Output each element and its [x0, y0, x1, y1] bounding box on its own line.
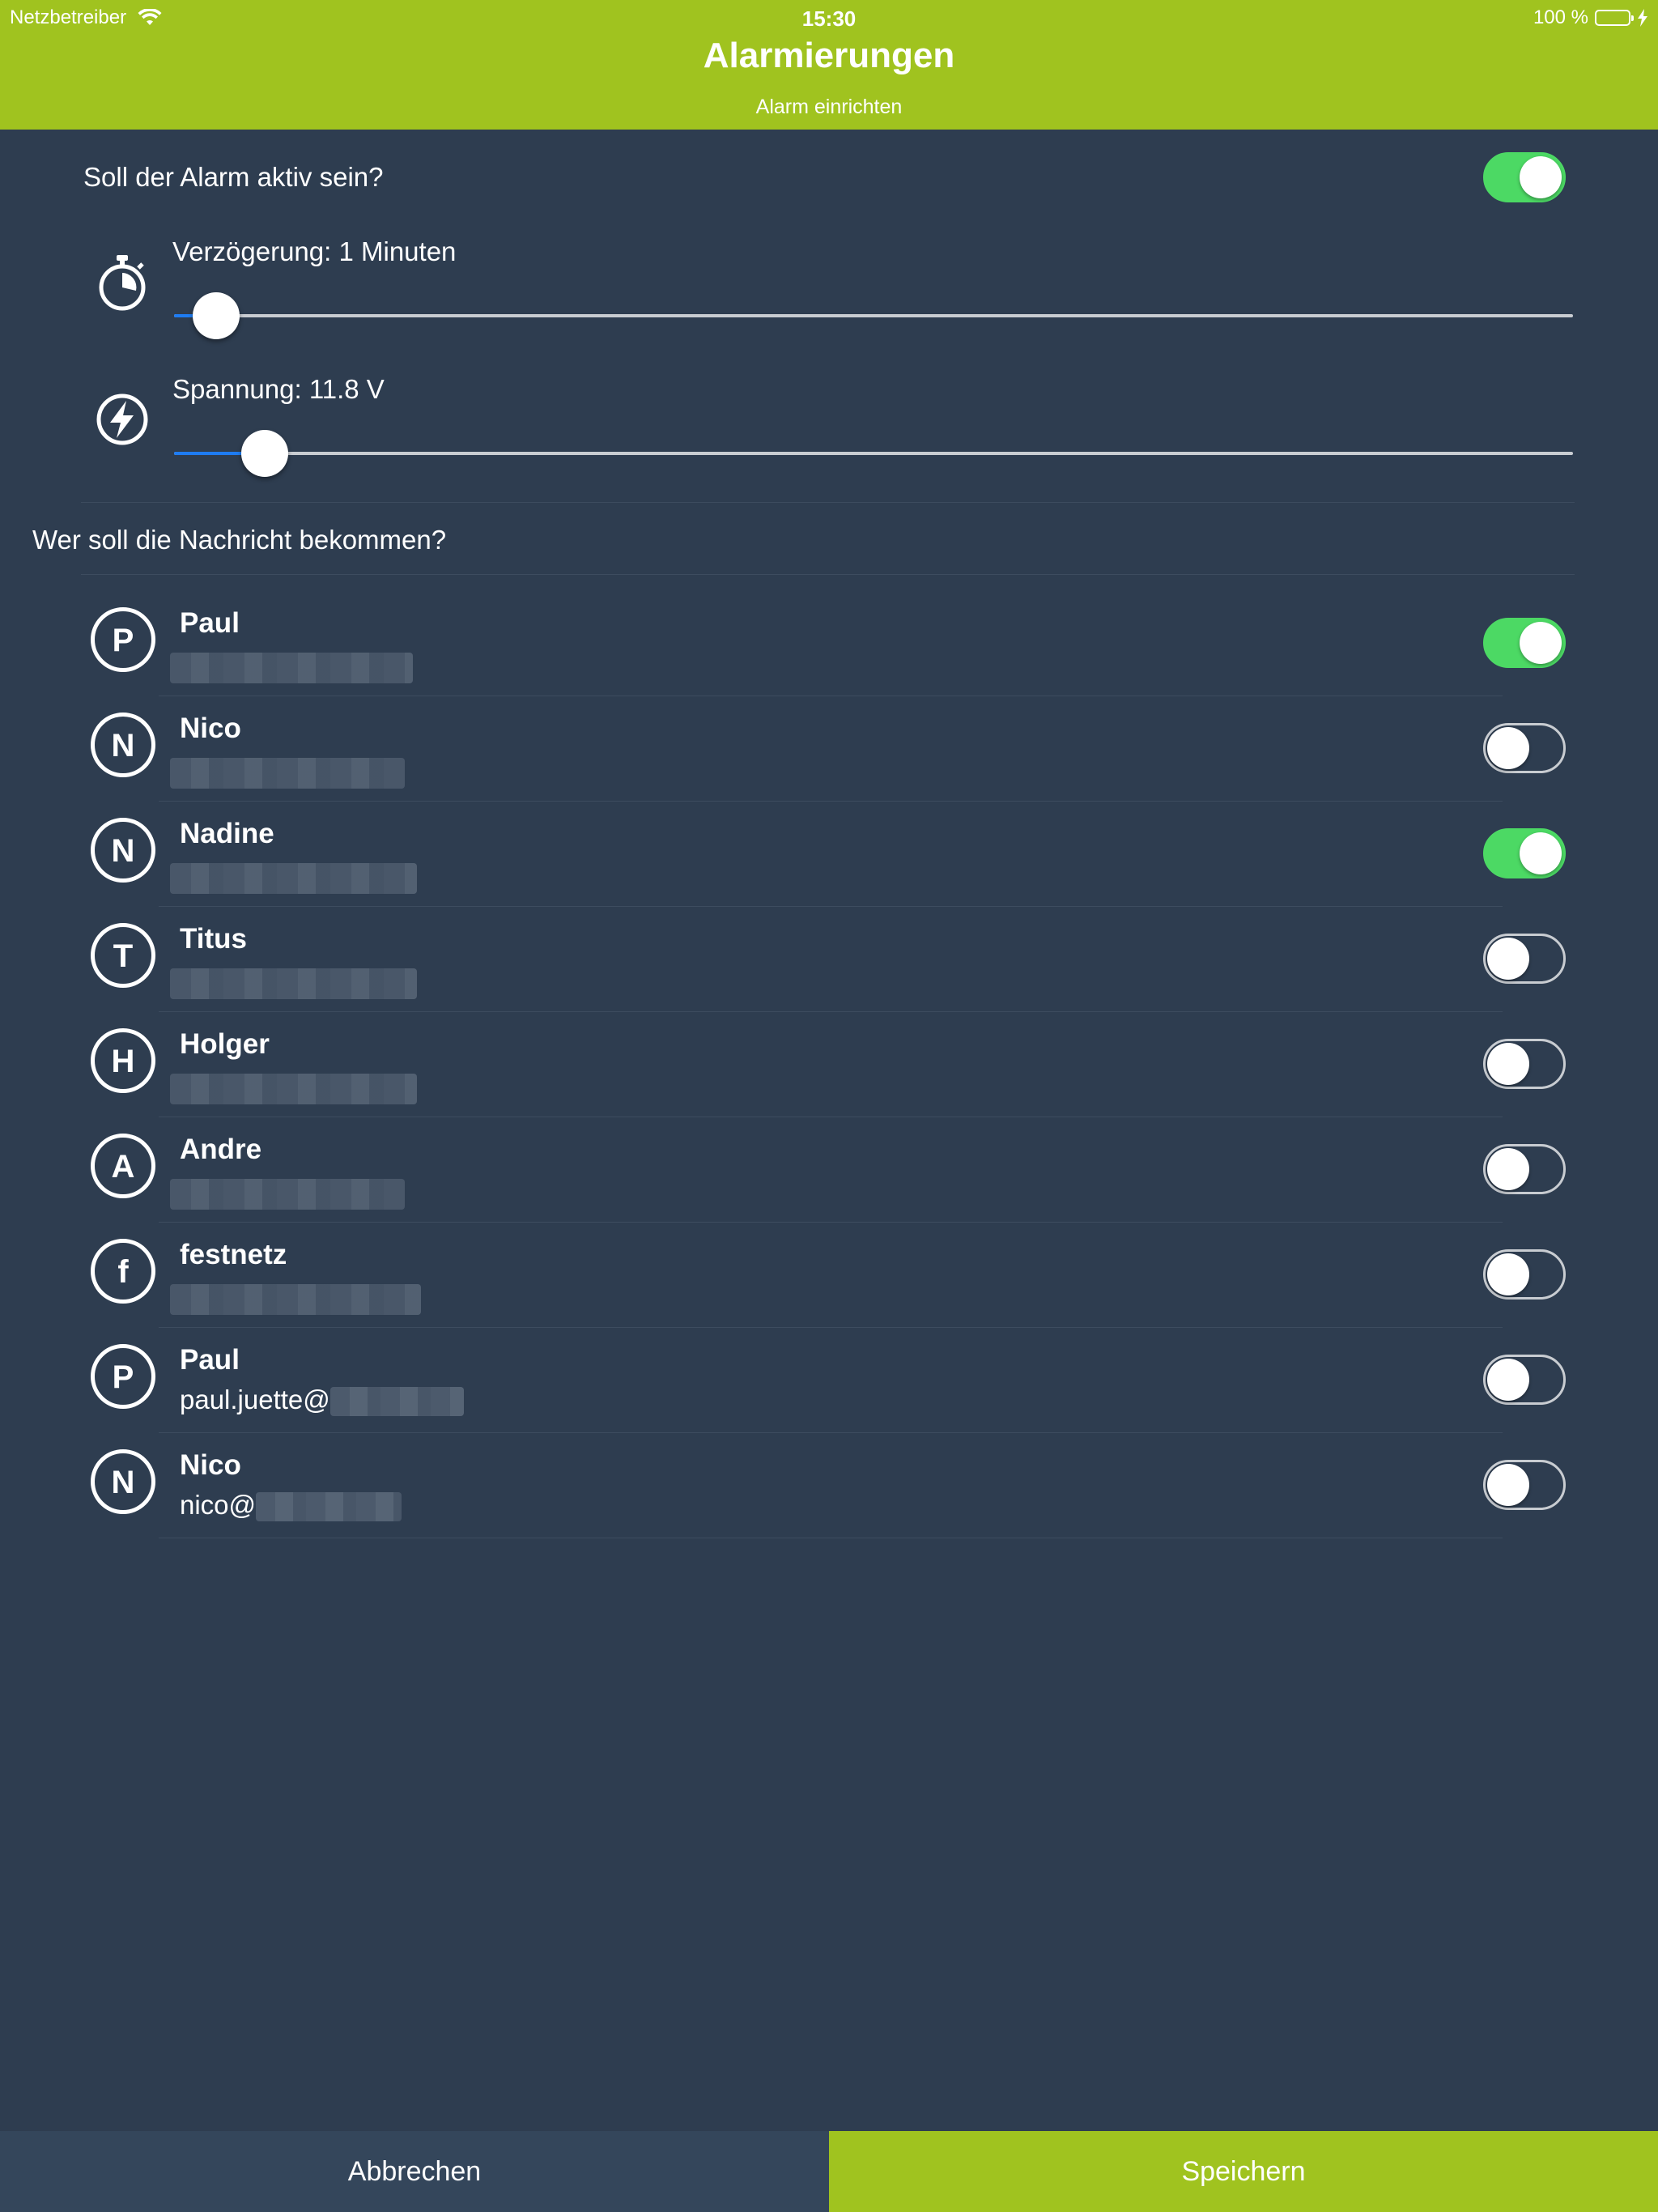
delay-label: Verzögerung: 1 Minuten — [172, 236, 457, 266]
contact-name: Andre — [180, 1134, 262, 1165]
redacted-detail — [329, 1387, 464, 1417]
save-button[interactable]: Speichern — [829, 2131, 1658, 2212]
page-title: Alarmierungen — [703, 36, 955, 75]
redacted-detail — [170, 653, 413, 683]
redacted-detail — [170, 1284, 421, 1315]
avatar: T — [91, 923, 155, 988]
charging-bolt-icon — [1638, 9, 1647, 27]
avatar: f — [91, 1239, 155, 1304]
voltage-label: Spannung: 11.8 V — [172, 374, 385, 404]
contact-toggle[interactable] — [1483, 828, 1566, 878]
alarm-active-label: Soll der Alarm aktiv sein? — [83, 162, 384, 192]
status-time: 15:30 — [801, 6, 857, 31]
avatar: N — [91, 818, 155, 883]
battery-percent: 100 % — [1533, 6, 1588, 28]
delay-slider-thumb[interactable] — [192, 292, 240, 339]
nav-header: Netzbetreiber 15:30 100 % Alarmierungen … — [0, 0, 1658, 130]
contact-name: Paul — [180, 1344, 240, 1376]
contact-name: Titus — [180, 923, 247, 955]
recipients-label: Wer soll die Nachricht bekommen? — [32, 525, 447, 555]
contact-detail: paul.juette@ — [180, 1385, 330, 1414]
avatar: N — [91, 713, 155, 777]
voltage-bolt-icon — [96, 393, 148, 445]
section-divider — [81, 574, 1575, 575]
list-item: A Andre — [0, 1117, 1658, 1223]
contact-toggle[interactable] — [1483, 1039, 1566, 1089]
contact-toggle[interactable] — [1483, 934, 1566, 984]
list-item: N Nadine — [0, 802, 1658, 907]
contact-name: festnetz — [180, 1239, 287, 1270]
status-battery: 100 % — [1533, 6, 1648, 29]
contact-detail-row: paul.juette@ — [180, 1385, 464, 1417]
avatar: A — [91, 1134, 155, 1198]
list-item: N Nico — [0, 696, 1658, 802]
alarm-active-toggle[interactable] — [1483, 152, 1566, 202]
contact-toggle[interactable] — [1483, 1249, 1566, 1300]
list-item: f festnetz — [0, 1223, 1658, 1328]
contact-name: Nico — [180, 713, 241, 744]
section-divider — [81, 502, 1575, 503]
contact-name: Nadine — [180, 818, 274, 849]
avatar: H — [91, 1028, 155, 1093]
contact-toggle[interactable] — [1483, 618, 1566, 668]
contact-toggle[interactable] — [1483, 1460, 1566, 1510]
contact-name: Paul — [180, 607, 240, 639]
contact-name: Holger — [180, 1028, 270, 1060]
list-item: N Nico nico@ — [0, 1433, 1658, 1538]
page-subtitle: Alarm einrichten — [755, 96, 903, 118]
contact-toggle[interactable] — [1483, 1355, 1566, 1405]
stopwatch-icon — [99, 255, 146, 311]
cancel-button[interactable]: Abbrechen — [0, 2131, 829, 2212]
voltage-slider[interactable] — [174, 452, 1573, 455]
contact-detail-row: nico@ — [180, 1490, 402, 1522]
battery-icon — [1595, 10, 1634, 26]
redacted-detail — [256, 1492, 402, 1522]
redacted-detail — [170, 968, 417, 999]
list-item: P Paul paul.juette@ — [0, 1328, 1658, 1433]
delay-slider[interactable] — [174, 314, 1573, 317]
list-item: H Holger — [0, 1012, 1658, 1117]
contact-detail: nico@ — [180, 1490, 257, 1520]
redacted-detail — [170, 1074, 417, 1104]
voltage-slider-thumb[interactable] — [241, 430, 289, 477]
contact-toggle[interactable] — [1483, 1144, 1566, 1194]
list-item: P Paul — [0, 591, 1658, 696]
contact-name: Nico — [180, 1449, 241, 1481]
avatar: P — [91, 1344, 155, 1409]
list-item: T Titus — [0, 907, 1658, 1012]
redacted-detail — [170, 1179, 405, 1210]
redacted-detail — [170, 863, 417, 894]
contact-toggle[interactable] — [1483, 723, 1566, 773]
avatar: P — [91, 607, 155, 672]
redacted-detail — [170, 758, 405, 789]
avatar: N — [91, 1449, 155, 1514]
